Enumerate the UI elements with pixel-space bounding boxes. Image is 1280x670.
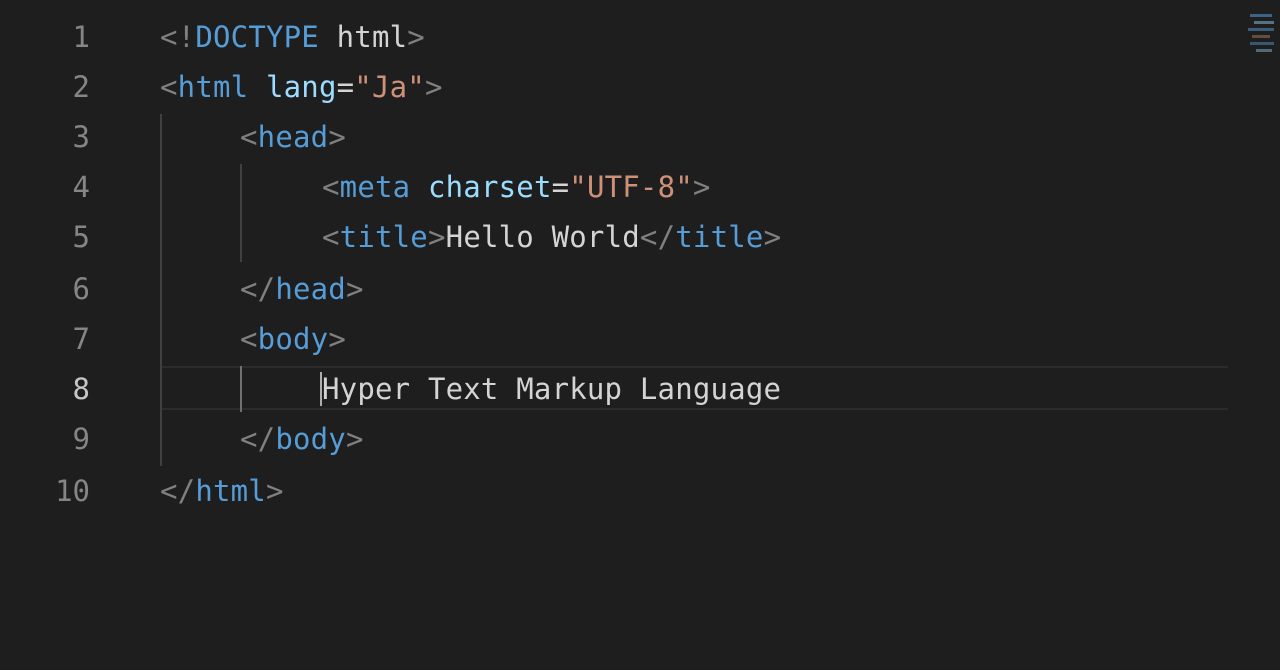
punctuation: < [160,20,178,54]
line-number: 3 [72,120,90,154]
doctype-keyword: DOCTYPE [195,20,319,54]
line-number: 1 [72,20,90,54]
minimap-icon[interactable] [1244,8,1280,56]
line-number-active: 8 [72,372,90,406]
code-line-7: <body> [240,314,346,364]
punctuation: < [322,220,340,254]
punctuation: > [763,220,782,254]
line-number: 9 [72,422,90,456]
tag-name: head [275,272,346,306]
punctuation: > [328,322,346,356]
code-line-3: <head> [240,112,346,162]
punctuation: </ [240,422,276,456]
punctuation: > [407,20,425,54]
punctuation: </ [639,220,676,254]
tag-name: body [257,322,329,356]
line-number: 2 [72,70,90,104]
punctuation: < [322,170,340,204]
tag-name: body [275,422,346,456]
attribute-value: "Ja" [354,70,425,104]
code-editor[interactable]: 1 2 3 4 5 6 7 8 9 10 <!DOCTYPE html> <ht… [0,0,1280,670]
equals-sign: = [336,70,355,104]
tag-name: head [257,120,329,154]
punctuation: < [160,70,178,104]
code-line-8: Hyper Text Markup Language [322,364,781,414]
punctuation: > [345,422,364,456]
code-line-4: <meta charset="UTF-8"> [322,162,711,212]
code-text-area[interactable]: <!DOCTYPE html> <html lang="Ja"> <head> … [160,0,1230,670]
equals-sign: = [551,170,570,204]
line-number-gutter[interactable]: 1 2 3 4 5 6 7 8 9 10 [0,0,110,670]
punctuation: </ [240,272,276,306]
punctuation: < [240,120,258,154]
code-line-2: <html lang="Ja"> [160,62,443,112]
line-number: 5 [72,220,90,254]
code-line-6: </head> [240,264,364,314]
code-line-1: <!DOCTYPE html> [160,12,425,62]
tag-name: meta [339,170,411,204]
attribute-name: charset [427,170,552,204]
tag-name: html [195,474,266,508]
attribute-name: lang [265,70,337,104]
doctype-value: html [336,20,408,54]
punctuation: ! [177,20,196,54]
text-content: Hyper Text Markup Language [322,372,782,406]
line-number: 10 [55,474,90,508]
punctuation: > [427,220,446,254]
text-content: Hello World [445,220,640,254]
punctuation: > [328,120,346,154]
line-number: 6 [72,272,90,306]
tag-name: title [675,220,764,254]
attribute-value: "UTF-8" [569,170,693,204]
tag-name: title [339,220,428,254]
tag-name: html [177,70,249,104]
punctuation: < [240,322,258,356]
text-caret [320,372,322,406]
punctuation: > [345,272,364,306]
punctuation: > [424,70,443,104]
code-line-10: </html> [160,466,284,516]
line-number: 4 [72,170,90,204]
punctuation: > [265,474,284,508]
code-line-5: <title>Hello World</title> [322,212,781,262]
code-line-9: </body> [240,414,364,464]
line-number: 7 [72,322,90,356]
punctuation: </ [160,474,196,508]
minimap-preview-icon [1248,14,1274,52]
punctuation: > [692,170,711,204]
